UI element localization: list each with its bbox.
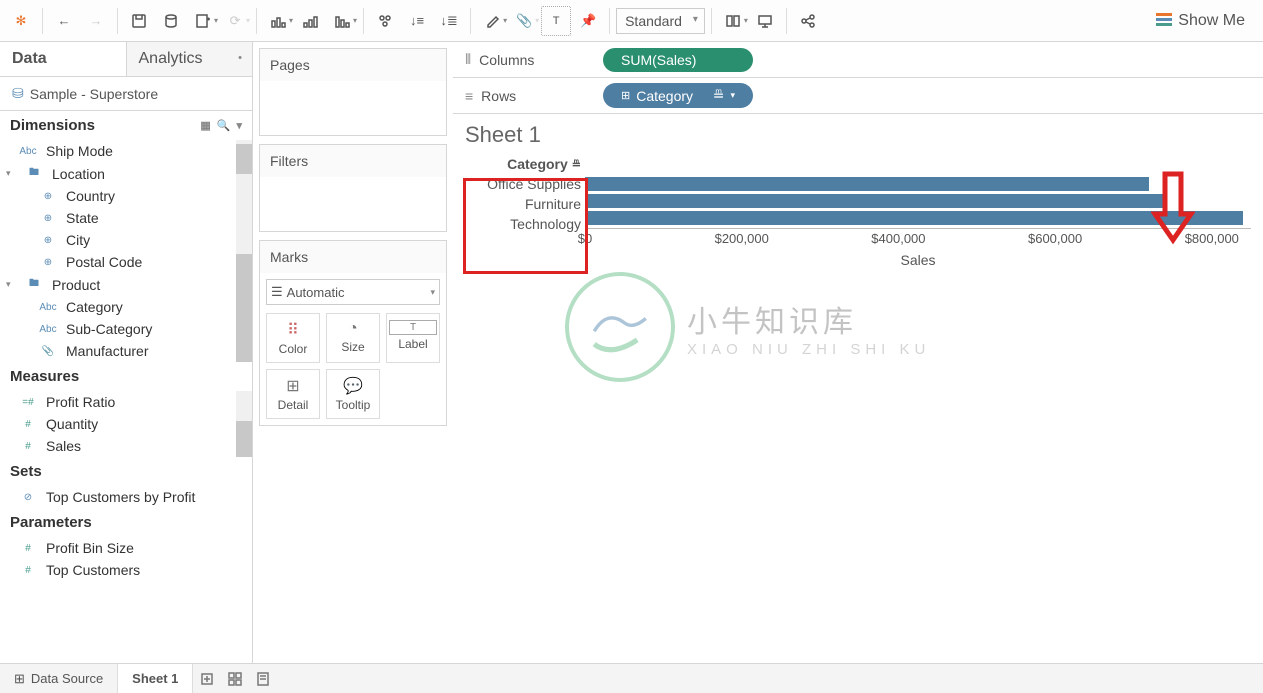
datasource-tab-icon: ⊞ bbox=[14, 671, 25, 687]
share-button[interactable] bbox=[793, 6, 823, 36]
sort-z-button[interactable]: ↓≡ bbox=[402, 6, 432, 36]
dimension-item[interactable]: AbcSub-Category bbox=[0, 318, 252, 340]
axis-tick: $400,000 bbox=[871, 231, 925, 246]
data-source-tab[interactable]: ⊞ Data Source bbox=[0, 664, 118, 693]
show-me-button[interactable]: Show Me bbox=[1156, 12, 1257, 30]
sort-asc-button[interactable] bbox=[295, 6, 325, 36]
datasource-icon: ⛁ bbox=[12, 85, 24, 102]
shelf-cards: Pages Filters Marks ☰ Automatic ⠿Color ◔… bbox=[253, 42, 453, 663]
measure-item[interactable]: #Quantity bbox=[0, 413, 252, 435]
show-me-icon bbox=[1156, 13, 1172, 29]
dimension-item[interactable]: AbcShip Mode bbox=[0, 140, 252, 162]
bar-icon: ☰ bbox=[271, 284, 283, 300]
bar[interactable] bbox=[585, 177, 1149, 191]
measure-item[interactable]: #Sales bbox=[0, 435, 252, 457]
tooltip-icon: 💬 bbox=[329, 376, 377, 396]
sets-section-header: Sets bbox=[0, 457, 252, 486]
measure-item[interactable]: =#Profit Ratio bbox=[0, 391, 252, 413]
analytics-tab[interactable]: Analytics bbox=[126, 42, 253, 76]
marks-card: Marks ☰ Automatic ⠿Color ◔Size TLabel ⊞D… bbox=[259, 240, 447, 426]
data-tab[interactable]: Data bbox=[0, 42, 126, 76]
annotation-red-arrow-icon bbox=[1151, 170, 1195, 249]
new-sheet-button[interactable] bbox=[193, 664, 221, 693]
label-icon: T bbox=[389, 320, 437, 335]
dimensions-section-header: Dimensions ▦🔍▾ bbox=[0, 111, 252, 140]
dimension-item[interactable]: ▾🖿Location bbox=[0, 162, 252, 185]
rows-shelf[interactable]: ≡Rows ⊞ Category ≞ ▾ bbox=[453, 78, 1263, 114]
data-source-item[interactable]: ⛁ Sample - Superstore bbox=[0, 77, 252, 111]
set-item[interactable]: ⊘Top Customers by Profit bbox=[0, 486, 252, 508]
dimension-item[interactable]: AbcCategory bbox=[0, 296, 252, 318]
detail-mark-button[interactable]: ⊞Detail bbox=[266, 369, 320, 419]
rows-pill-category[interactable]: ⊞ Category ≞ ▾ bbox=[603, 83, 753, 108]
back-button[interactable]: ← bbox=[49, 6, 79, 36]
search-icon[interactable]: 🔍 bbox=[217, 119, 231, 132]
pin-button[interactable]: 📌 bbox=[573, 6, 603, 36]
data-panel: Data Analytics ⛁ Sample - Superstore Dim… bbox=[0, 42, 253, 663]
parameters-section-header: Parameters bbox=[0, 508, 252, 537]
dimension-item[interactable]: ⊕City bbox=[0, 229, 252, 251]
bar[interactable] bbox=[585, 194, 1165, 208]
text-label-button[interactable]: T bbox=[541, 6, 571, 36]
axis-tick: $600,000 bbox=[1028, 231, 1082, 246]
pages-shelf[interactable]: Pages bbox=[259, 48, 447, 136]
parameter-item[interactable]: #Profit Bin Size bbox=[0, 537, 252, 559]
size-mark-button[interactable]: ◔Size bbox=[326, 313, 380, 363]
watermark: 小牛知识库 XIAO NIU ZHI SHI KU bbox=[565, 272, 930, 382]
presentation-button[interactable] bbox=[750, 6, 780, 36]
new-story-button[interactable] bbox=[249, 664, 277, 693]
parameter-item[interactable]: #Top Customers bbox=[0, 559, 252, 581]
sheet-title[interactable]: Sheet 1 bbox=[465, 122, 1251, 148]
top-toolbar: ✻ ← → ▾ ⟳ ▾ ▾ ▾ ↓≡ ↓≣ ▾ 📎 ▾ T 📌 Standard… bbox=[0, 0, 1263, 42]
detail-icon: ⊞ bbox=[269, 376, 317, 396]
dimension-item[interactable]: ⊕State bbox=[0, 207, 252, 229]
fit-dropdown[interactable]: Standard bbox=[616, 8, 705, 34]
sort-a-button[interactable]: ↓≣ bbox=[434, 6, 464, 36]
mark-type-dropdown[interactable]: ☰ Automatic bbox=[266, 279, 440, 305]
category-axis-header[interactable]: Category ≞ bbox=[465, 152, 585, 174]
bottom-tab-bar: ⊞ Data Source Sheet 1 bbox=[0, 663, 1263, 693]
x-axis-label: Sales bbox=[585, 252, 1251, 268]
rows-icon: ≡ bbox=[465, 88, 473, 104]
color-mark-button[interactable]: ⠿Color bbox=[266, 313, 320, 363]
tableau-logo-icon[interactable]: ✻ bbox=[6, 6, 36, 36]
color-icon: ⠿ bbox=[269, 320, 317, 340]
axis-tick: $200,000 bbox=[715, 231, 769, 246]
worksheet-area: ⦀Columns SUM(Sales) ≡Rows ⊞ Category ≞ ▾… bbox=[453, 42, 1263, 663]
forward-button[interactable]: → bbox=[81, 6, 111, 36]
new-dashboard-button[interactable] bbox=[221, 664, 249, 693]
dimension-item[interactable]: ⊕Country bbox=[0, 185, 252, 207]
size-icon: ◔ bbox=[329, 320, 377, 338]
columns-pill-sum-sales[interactable]: SUM(Sales) bbox=[603, 48, 753, 72]
columns-shelf[interactable]: ⦀Columns SUM(Sales) bbox=[453, 42, 1263, 78]
columns-icon: ⦀ bbox=[465, 51, 471, 68]
filters-shelf[interactable]: Filters bbox=[259, 144, 447, 232]
measures-section-header: Measures bbox=[0, 362, 252, 391]
dimension-item[interactable]: ⊕Postal Code bbox=[0, 251, 252, 273]
view-icon[interactable]: ▦ bbox=[200, 119, 210, 132]
sheet1-tab[interactable]: Sheet 1 bbox=[118, 664, 193, 693]
dimension-item[interactable]: 📎Manufacturer bbox=[0, 340, 252, 362]
new-datasource-button[interactable] bbox=[156, 6, 186, 36]
sort-indicator-icon: ≞ bbox=[713, 87, 725, 104]
annotation-red-box bbox=[463, 178, 588, 274]
dimension-item[interactable]: ▾🖿Product bbox=[0, 273, 252, 296]
save-button[interactable] bbox=[124, 6, 154, 36]
watermark-logo-icon bbox=[565, 272, 675, 382]
sort-icon: ≞ bbox=[572, 158, 581, 171]
pill-dim-icon: ⊞ bbox=[621, 89, 630, 102]
bar[interactable] bbox=[585, 211, 1243, 225]
group-button[interactable] bbox=[370, 6, 400, 36]
label-mark-button[interactable]: TLabel bbox=[386, 313, 440, 363]
tooltip-mark-button[interactable]: 💬Tooltip bbox=[326, 369, 380, 419]
